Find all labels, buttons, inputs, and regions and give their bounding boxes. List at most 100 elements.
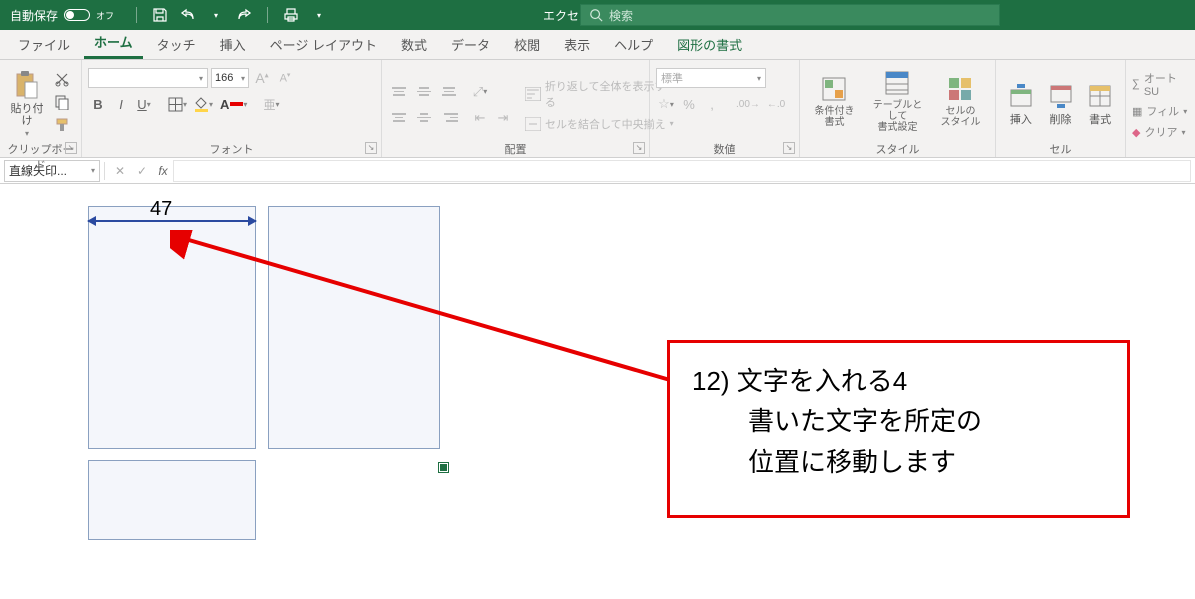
cancel-formula-button[interactable]: ✕ [109,164,131,178]
format-cells-button[interactable]: 書式 [1081,76,1119,126]
phonetic-button[interactable]: 亜▾ [261,94,281,114]
callout-line-1: 12) 文字を入れる4 [692,361,1105,401]
borders-button[interactable]: ▾ [166,94,189,114]
dialog-launcher-icon[interactable]: ↘ [633,142,645,154]
cell-styles-button[interactable]: セルの スタイル [932,76,989,128]
tab-home[interactable]: ホーム [84,26,143,59]
tab-touch[interactable]: タッチ [147,29,206,59]
shape-rectangle-3[interactable] [88,460,256,540]
font-color-icon: A [220,97,229,112]
insert-function-button[interactable]: fx [153,164,173,178]
name-box[interactable]: 直線矢印... ▾ [4,160,100,182]
autosave-label: 自動保存 [10,7,58,24]
dialog-launcher-icon[interactable]: ↘ [783,142,795,154]
clear-button[interactable]: ◆クリア▾ [1132,124,1185,140]
tab-file[interactable]: ファイル [8,29,80,59]
format-painter-icon [54,117,70,133]
fill-button[interactable]: ▦フィル▾ [1132,103,1187,119]
tab-page-layout[interactable]: ページ レイアウト [260,29,387,59]
redo-icon[interactable] [235,6,253,24]
conditional-formatting-button[interactable]: 条件付き 書式 [806,76,863,128]
font-color-button[interactable]: A ▾ [218,94,249,114]
bold-button[interactable]: B [88,94,108,114]
format-cells-icon [1084,80,1116,112]
decrease-decimal-button[interactable]: ←.0 [765,94,787,114]
align-right-button[interactable] [438,108,460,128]
increase-indent-button[interactable]: ⇥ [493,108,513,128]
group-cells: 挿入 削除 書式 セル [996,60,1126,157]
dialog-launcher-icon[interactable]: ↘ [365,142,377,154]
chevron-down-icon: ▾ [25,129,29,138]
tab-data[interactable]: データ [441,29,500,59]
formula-input[interactable] [173,160,1191,182]
save-icon[interactable] [151,6,169,24]
autosave-toggle[interactable]: 自動保存 オフ [0,7,124,24]
group-number: 標準▾ ☆▾ % , .00→ ←.0 数値↘ [650,60,800,157]
align-left-icon [390,109,408,127]
group-clipboard: 貼り付け ▾ クリップボード↘ [0,60,82,157]
callout-line-3: 位置に移動します [692,442,1105,482]
fx-icon: fx [158,164,167,178]
align-top-icon [390,83,408,101]
search-box[interactable]: 検索 [580,4,1000,26]
cut-button[interactable] [52,69,72,89]
increase-font-button[interactable]: A▴ [252,68,272,88]
tab-shape-format[interactable]: 図形の書式 [667,29,752,59]
align-left-button[interactable] [388,108,410,128]
font-name-combo[interactable]: ▾ [88,68,208,88]
increase-decimal-button[interactable]: .00→ [734,94,762,114]
insert-cells-button[interactable]: 挿入 [1002,76,1040,126]
decrease-indent-button[interactable]: ⇤ [470,108,490,128]
percent-icon: % [683,97,695,112]
quickprint-icon[interactable] [282,6,300,24]
tab-formulas[interactable]: 数式 [391,29,437,59]
group-alignment: ⤢▾ ⇤ ⇥ 折り返して全体を表示する セルを結合し [382,60,650,157]
align-center-icon [415,109,433,127]
shape-rectangle-1[interactable] [88,206,256,449]
font-size-combo[interactable]: 166▾ [211,68,249,88]
comma-button[interactable]: , [702,94,722,114]
undo-icon[interactable] [179,6,197,24]
delete-cells-button[interactable]: 削除 [1042,76,1080,126]
shape-rectangle-2[interactable] [268,206,440,449]
format-painter-button[interactable] [52,115,72,135]
tab-review[interactable]: 校閲 [504,29,550,59]
chevron-down-icon: ▾ [199,74,203,83]
italic-button[interactable]: I [111,94,131,114]
dialog-launcher-icon[interactable]: ↘ [65,142,77,154]
autosum-icon: ∑ [1132,78,1140,90]
align-middle-button[interactable] [413,82,435,102]
group-font: ▾ 166▾ A▴ A▾ B I U▾ ▾ ▾ A ▾ [82,60,382,157]
tab-view[interactable]: 表示 [554,29,600,59]
qat-customize-icon[interactable]: ▾ [310,6,328,24]
worksheet-canvas[interactable]: 47 12) 文字を入れる4 書いた文字を所定の 位置に移動します [0,184,1195,599]
copy-button[interactable] [52,92,72,112]
decrease-font-button[interactable]: A▾ [275,68,295,88]
undo-dropdown-icon[interactable]: ▾ [207,6,225,24]
ribbon: 貼り付け ▾ クリップボード↘ ▾ 166▾ A▴ [0,60,1195,158]
autosum-button[interactable]: ∑オート SU [1132,70,1189,98]
tab-help[interactable]: ヘルプ [604,29,663,59]
decrease-font-icon: A▾ [280,71,291,85]
align-bottom-icon [440,83,458,101]
format-as-table-button[interactable]: テーブルとして 書式設定 [869,70,926,133]
tab-insert[interactable]: 挿入 [210,29,256,59]
orientation-button[interactable]: ⤢▾ [470,82,490,102]
align-bottom-button[interactable] [438,82,460,102]
callout-line-2: 書いた文字を所定の [692,401,1105,441]
paste-button[interactable]: 貼り付け ▾ [6,65,48,138]
align-center-button[interactable] [413,108,435,128]
align-top-button[interactable] [388,82,410,102]
dimension-label[interactable]: 47 [150,198,172,221]
number-format-combo[interactable]: 標準▾ [656,68,766,88]
underline-button[interactable]: U▾ [134,94,154,114]
fill-color-button[interactable]: ▾ [192,94,215,114]
accounting-format-button[interactable]: ☆▾ [656,94,676,114]
phonetic-icon: 亜 [263,96,275,113]
clear-icon: ◆ [1132,126,1140,139]
cut-icon [54,71,70,87]
percent-button[interactable]: % [679,94,699,114]
enter-formula-button[interactable]: ✓ [131,164,153,178]
conditional-formatting-icon [821,76,849,104]
smart-tag-icon[interactable] [438,462,449,473]
